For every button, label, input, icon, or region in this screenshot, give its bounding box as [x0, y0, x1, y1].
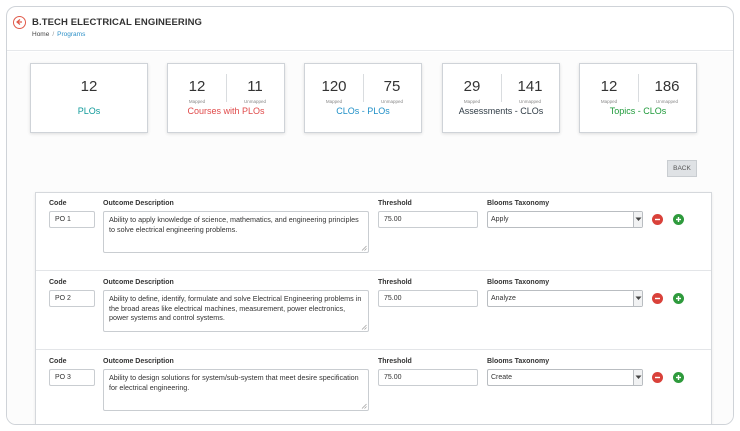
threshold-input[interactable]: 75.00: [378, 290, 478, 307]
stat-card-topics-clos[interactable]: 12 Mapped 186 Unmapped Topics - CLOs: [579, 63, 697, 133]
breadcrumb-home[interactable]: Home: [32, 31, 49, 38]
description-textarea[interactable]: Ability to design solutions for system/s…: [103, 369, 369, 411]
blooms-value: Analyze: [491, 295, 516, 302]
app-window: B.TECH ELECTRICAL ENGINEERING Home / Progr…: [6, 6, 734, 425]
threshold-header: Threshold: [378, 358, 412, 365]
code-header: Code: [49, 279, 67, 286]
outcomes-panel: Code Outcome Description Threshold Bloom…: [35, 192, 712, 424]
code-header: Code: [49, 358, 67, 365]
breadcrumb-separator: /: [52, 31, 55, 38]
outcome-row: Code Outcome Description Threshold Bloom…: [36, 351, 711, 424]
unmapped-count: 11: [247, 78, 263, 95]
main-content: 12 PLOs 12 Mapped 11 Unmapped Courses with…: [7, 52, 733, 424]
plo-count: 12: [80, 78, 98, 95]
threshold-input[interactable]: 75.00: [378, 369, 478, 386]
stat-card-courses-with-plos[interactable]: 12 Mapped 11 Unmapped Courses with PLOs: [167, 63, 285, 133]
mapped-label: Mapped: [188, 99, 206, 104]
remove-outcome-button[interactable]: [652, 214, 663, 225]
threshold-header: Threshold: [378, 200, 412, 207]
chevron-down-icon[interactable]: [633, 212, 642, 227]
unmapped-count: 75: [383, 78, 401, 95]
stat-label: Courses with PLOs: [187, 106, 265, 116]
remove-outcome-button[interactable]: [652, 372, 663, 383]
mapped-count: 12: [600, 78, 618, 95]
stat-label: CLOs - PLOs: [336, 106, 390, 116]
blooms-header: Blooms Taxonomy: [487, 200, 550, 207]
description-header: Outcome Description: [103, 358, 174, 365]
description-text: Ability to apply knowledge of science, m…: [109, 215, 359, 234]
remove-outcome-button[interactable]: [652, 293, 663, 304]
description-text: Ability to design solutions for system/s…: [109, 373, 359, 392]
mapped-count: 12: [188, 78, 206, 95]
resize-grip-icon[interactable]: [361, 245, 367, 251]
add-outcome-button[interactable]: [673, 293, 684, 304]
stat-card-clos-plos[interactable]: 120 Mapped 75 Unmapped CLOs - PLOs: [304, 63, 422, 133]
mapped-label: Mapped: [325, 99, 343, 104]
unmapped-label: Unmapped: [380, 99, 403, 104]
blooms-select[interactable]: Analyze: [487, 290, 643, 307]
unmapped-count: 141: [517, 78, 543, 95]
description-header: Outcome Description: [103, 200, 174, 207]
code-header: Code: [49, 200, 67, 207]
chevron-down-icon[interactable]: [633, 370, 642, 385]
stat-card-assessments-clos[interactable]: 29 Mapped 141 Unmapped Assessments - CLOs: [442, 63, 560, 133]
blooms-select[interactable]: Apply: [487, 211, 643, 228]
description-text: Ability to define, identify, formulate a…: [109, 294, 362, 323]
add-outcome-button[interactable]: [673, 372, 684, 383]
stat-label: Assessments - CLOs: [458, 106, 544, 116]
unmapped-label: Unmapped: [518, 99, 541, 104]
unmapped-count: 186: [654, 78, 680, 95]
code-input[interactable]: PO 1: [49, 211, 95, 228]
page-header: B.TECH ELECTRICAL ENGINEERING Home / Progr…: [7, 7, 733, 51]
outcome-row: Code Outcome Description Threshold Bloom…: [36, 272, 711, 350]
code-input[interactable]: PO 2: [49, 290, 95, 307]
outcome-row: Code Outcome Description Threshold Bloom…: [36, 193, 711, 271]
page-title: B.TECH ELECTRICAL ENGINEERING: [32, 17, 203, 28]
mapped-label: Mapped: [463, 99, 481, 104]
code-input[interactable]: PO 3: [49, 369, 95, 386]
stat-label: PLOs: [77, 106, 101, 116]
blooms-value: Create: [491, 374, 513, 381]
unmapped-label: Unmapped: [243, 99, 266, 104]
breadcrumb: Home / Programs: [32, 31, 85, 38]
threshold-input[interactable]: 75.00: [378, 211, 478, 228]
description-header: Outcome Description: [103, 279, 174, 286]
stat-card-plos[interactable]: 12 PLOs: [30, 63, 148, 133]
blooms-select[interactable]: Create: [487, 369, 643, 386]
stat-label: Topics - CLOs: [609, 106, 667, 116]
threshold-header: Threshold: [378, 279, 412, 286]
mapped-count: 120: [321, 78, 347, 95]
blooms-value: Apply: [491, 216, 509, 223]
resize-grip-icon[interactable]: [361, 324, 367, 330]
blooms-header: Blooms Taxonomy: [487, 358, 550, 365]
blooms-header: Blooms Taxonomy: [487, 279, 550, 286]
chevron-down-icon[interactable]: [633, 291, 642, 306]
resize-grip-icon[interactable]: [361, 403, 367, 409]
back-button[interactable]: BACK: [667, 160, 697, 177]
description-textarea[interactable]: Ability to define, identify, formulate a…: [103, 290, 369, 332]
add-outcome-button[interactable]: [673, 214, 684, 225]
mapped-label: Mapped: [600, 99, 618, 104]
mapped-count: 29: [463, 78, 481, 95]
breadcrumb-programs[interactable]: Programs: [57, 31, 85, 38]
description-textarea[interactable]: Ability to apply knowledge of science, m…: [103, 211, 369, 253]
back-arrow-icon[interactable]: [13, 16, 26, 29]
unmapped-label: Unmapped: [655, 99, 678, 104]
